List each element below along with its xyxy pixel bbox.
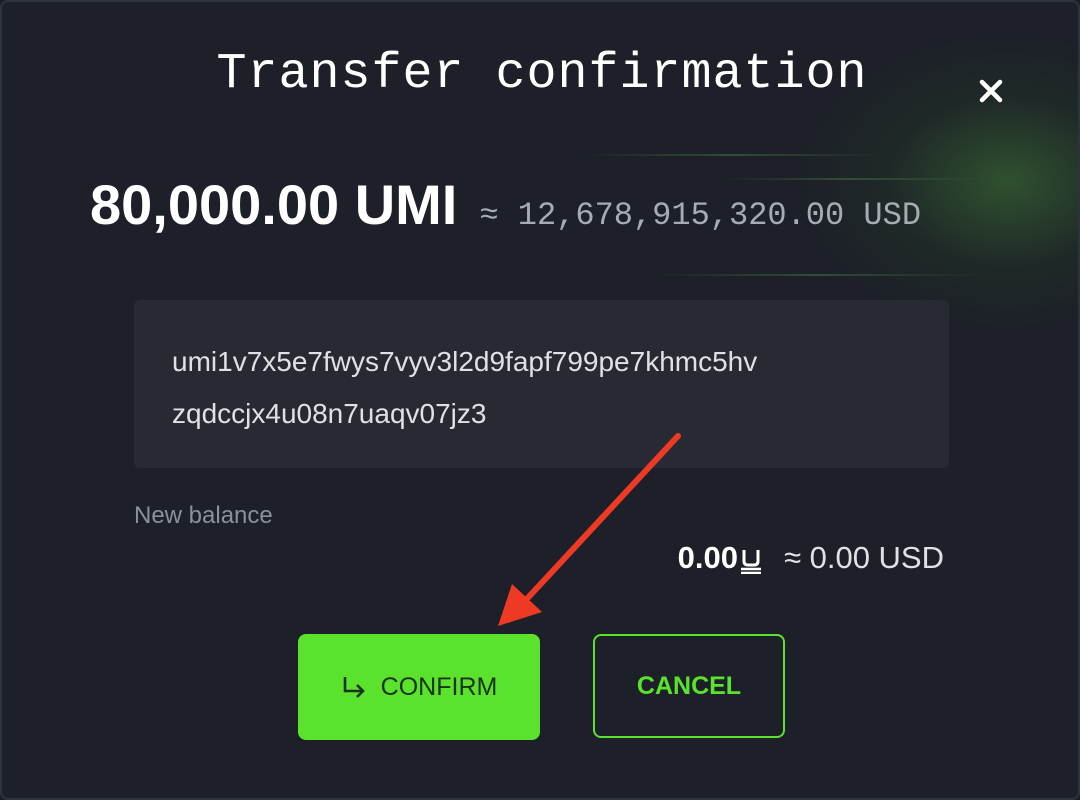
- new-balance-label: New balance: [134, 502, 273, 529]
- cancel-button-label: CANCEL: [636, 671, 742, 700]
- transfer-usd-equivalent: ≈ 12,678,915,320.00 USD: [479, 197, 922, 234]
- new-balance-row: 0.00 ≈ 0.00 USD: [678, 540, 944, 576]
- confirm-button-label: CONFIRM: [380, 672, 498, 701]
- new-balance-usd: ≈ 0.00 USD: [783, 540, 944, 575]
- umi-currency-icon: [740, 550, 761, 574]
- cancel-button[interactable]: CANCEL: [593, 634, 785, 738]
- enter-arrow-icon: [343, 677, 365, 698]
- new-balance-value: 0.00: [677, 540, 738, 575]
- recipient-address-line-2: zqdccjx4u08n7uaqv07jz3: [172, 398, 487, 429]
- close-button[interactable]: [969, 69, 1013, 113]
- transfer-amount: 80,000.00 UMI: [90, 173, 458, 236]
- transfer-amount-row: 80,000.00 UMI ≈ 12,678,915,320.00 USD: [90, 172, 921, 237]
- recipient-address-box: umi1v7x5e7fwys7vyv3l2d9fapf799pe7khmc5hv…: [134, 300, 949, 468]
- recipient-address-line-1: umi1v7x5e7fwys7vyv3l2d9fapf799pe7khmc5hv: [172, 346, 758, 377]
- close-icon: [979, 79, 1003, 103]
- dialog-title: Transfer confirmation: [216, 46, 868, 103]
- background-streak: [582, 154, 882, 156]
- confirm-button[interactable]: CONFIRM: [298, 634, 540, 740]
- transfer-confirmation-dialog: Transfer confirmation 80,000.00 UMI ≈ 12…: [0, 0, 1080, 800]
- background-streak: [652, 274, 982, 276]
